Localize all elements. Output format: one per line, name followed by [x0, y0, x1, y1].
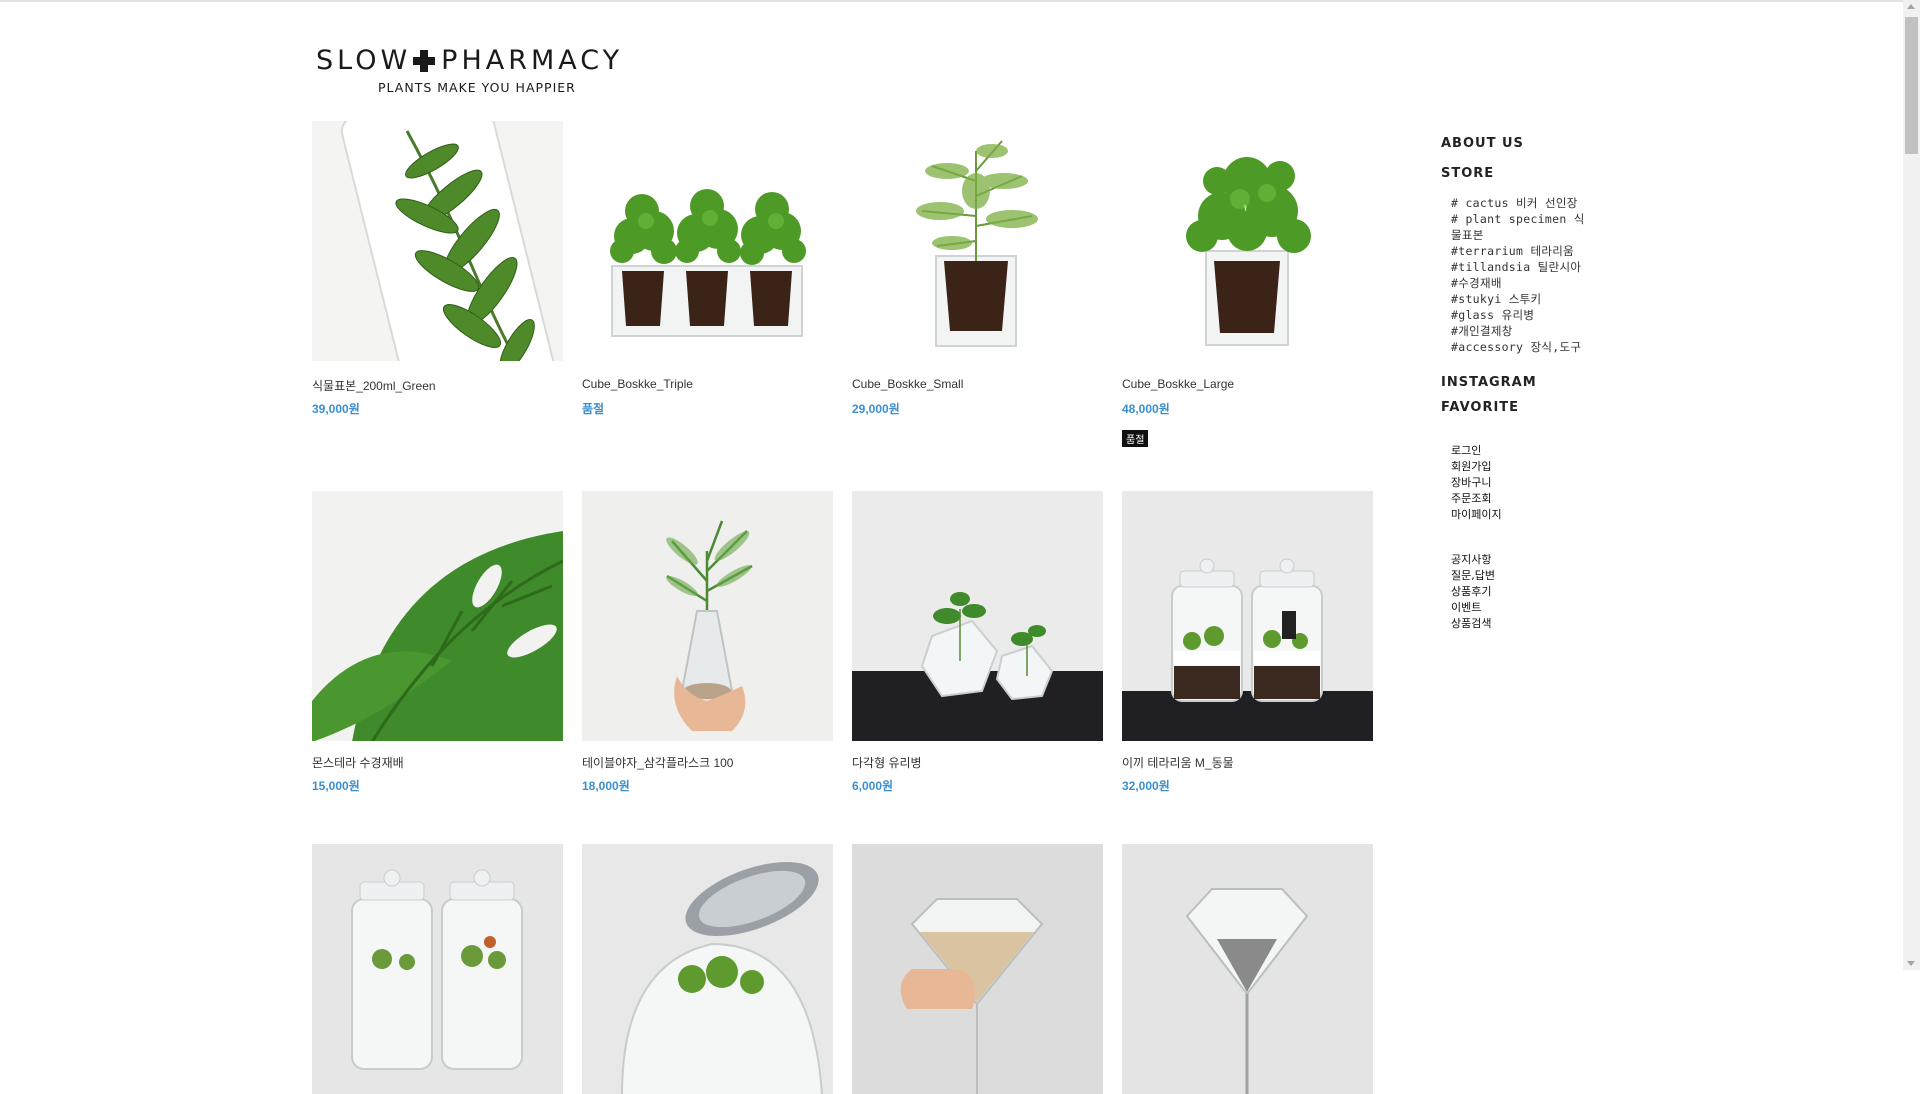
link-product-search[interactable]: 상품검색 — [1451, 616, 1601, 632]
page-scrollbar[interactable] — [1903, 0, 1920, 970]
product-card[interactable]: Cube_Boskke_Small 29,000원 — [852, 121, 1103, 478]
scrollbar-thumb[interactable] — [1905, 17, 1918, 154]
product-image-monstera[interactable] — [312, 491, 563, 741]
account-links: 로그인 회원가입 장바구니 주문조회 마이페이지 — [1451, 443, 1601, 523]
product-image-palm-flask[interactable] — [582, 491, 833, 741]
category-item-terrarium[interactable]: #terrarium 테라리움 — [1451, 243, 1601, 259]
product-card[interactable]: 식물표본_200ml_Green 39,000원 — [312, 121, 563, 478]
product-price: 29,000원 — [852, 402, 900, 416]
product-name[interactable]: 식물표본_200ml_Green — [312, 377, 563, 393]
category-item-glass[interactable]: #glass 유리병 — [1451, 307, 1601, 323]
product-image-asparagus-fern[interactable] — [852, 121, 1103, 361]
nav-instagram[interactable]: INSTAGRAM — [1441, 375, 1601, 391]
product-card[interactable] — [1122, 844, 1373, 1094]
product-name[interactable]: Cube_Boskke_Triple — [582, 377, 833, 391]
nav-favorite[interactable]: FAVORITE — [1441, 400, 1601, 416]
category-item-plant-specimen-cont[interactable]: 물표본 — [1451, 227, 1601, 243]
category-item-tillandsia[interactable]: #tillandsia 틸란시아 — [1451, 259, 1601, 275]
product-name[interactable]: 이끼 테라리움 M_동물 — [1122, 754, 1373, 770]
site-logo[interactable]: SLOW PHARMACY PLANTS MAKE YOU HAPPIER — [316, 46, 636, 96]
product-card[interactable]: Cube_Boskke_Triple 품절 — [582, 121, 833, 478]
product-price: 48,000원 — [1122, 402, 1170, 416]
product-card[interactable]: Cube_Boskke_Large 48,000원 품절 — [1122, 121, 1373, 478]
product-price: 39,000원 — [312, 402, 360, 416]
category-item-hydroponics[interactable]: #수경재배 — [1451, 275, 1601, 291]
product-card[interactable]: 몬스테라 수경재배 15,000원 — [312, 491, 563, 844]
product-grid: 식물표본_200ml_Green 39,000원 Cube_Boskke_Tri… — [312, 121, 1377, 1094]
product-image-basil-large[interactable] — [1122, 121, 1373, 361]
product-price: 18,000원 — [582, 779, 630, 793]
link-cart[interactable]: 장바구니 — [1451, 475, 1601, 491]
product-card[interactable] — [852, 844, 1103, 1094]
product-card[interactable]: 다각형 유리병 6,000원 — [852, 491, 1103, 844]
product-card[interactable]: 테이블야자_삼각플라스크 100 18,000원 — [582, 491, 833, 844]
product-row — [312, 844, 1377, 1094]
category-list: # cactus 비커 선인장 # plant specimen 식 물표본 #… — [1451, 195, 1601, 355]
product-name[interactable]: 다각형 유리병 — [852, 754, 1103, 770]
product-row: 몬스테라 수경재배 15,000원 테이블야자_삼각플라스크 100 18,00… — [312, 491, 1377, 844]
product-price: 32,000원 — [1122, 779, 1170, 793]
product-image-diamond-timer-hand[interactable] — [852, 844, 1103, 1094]
product-name[interactable]: Cube_Boskke_Small — [852, 377, 1103, 391]
category-item-plant-specimen[interactable]: # plant specimen 식 — [1451, 211, 1601, 227]
category-item-cactus[interactable]: # cactus 비커 선인장 — [1451, 195, 1601, 211]
link-notice[interactable]: 공지사항 — [1451, 552, 1601, 568]
product-card[interactable]: 이끼 테라리움 M_동물 32,000원 — [1122, 491, 1373, 844]
product-image-polygon-vases[interactable] — [852, 491, 1103, 741]
logo-tagline: PLANTS MAKE YOU HAPPIER — [378, 80, 576, 95]
product-price: 15,000원 — [312, 779, 360, 793]
nav-store[interactable]: STORE — [1441, 166, 1601, 182]
product-card[interactable] — [312, 844, 563, 1094]
link-mypage[interactable]: 마이페이지 — [1451, 507, 1601, 523]
product-image-leaf-specimen[interactable] — [312, 121, 563, 361]
link-signup[interactable]: 회원가입 — [1451, 459, 1601, 475]
logo-title: SLOW PHARMACY — [316, 46, 636, 76]
board-links: 공지사항 질문,답변 상품후기 이벤트 상품검색 — [1451, 552, 1601, 632]
sidebar-nav: ABOUT US STORE # cactus 비커 선인장 # plant s… — [1441, 136, 1601, 632]
product-image-terrarium-jars[interactable] — [312, 844, 563, 1094]
product-image-moss-jar[interactable] — [582, 844, 833, 1094]
product-price: 6,000원 — [852, 779, 894, 793]
pharmacy-cross-icon — [413, 50, 436, 72]
logo-word-pharmacy: PHARMACY — [441, 45, 624, 76]
link-events[interactable]: 이벤트 — [1451, 600, 1601, 616]
link-reviews[interactable]: 상품후기 — [1451, 584, 1601, 600]
product-row: 식물표본_200ml_Green 39,000원 Cube_Boskke_Tri… — [312, 121, 1377, 478]
scroll-down-arrow-icon[interactable] — [1907, 961, 1915, 966]
logo-word-slow: SLOW — [316, 45, 412, 76]
scroll-up-arrow-icon[interactable] — [1907, 4, 1915, 9]
nav-about-us[interactable]: ABOUT US — [1441, 136, 1601, 152]
product-name[interactable]: Cube_Boskke_Large — [1122, 377, 1373, 391]
product-image-basil-triple[interactable] — [582, 121, 833, 361]
link-login[interactable]: 로그인 — [1451, 443, 1601, 459]
product-card[interactable] — [582, 844, 833, 1094]
category-item-accessory[interactable]: #accessory 장식,도구 — [1451, 339, 1601, 355]
product-price-soldout: 품절 — [582, 402, 605, 416]
product-image-moss-terrarium[interactable] — [1122, 491, 1373, 741]
product-name[interactable]: 몬스테라 수경재배 — [312, 754, 563, 770]
category-item-stukyi[interactable]: #stukyi 스투키 — [1451, 291, 1601, 307]
category-item-personal-payment[interactable]: #개인결제창 — [1451, 323, 1601, 339]
product-name[interactable]: 테이블야자_삼각플라스크 100 — [582, 754, 833, 770]
product-image-diamond-timer[interactable] — [1122, 844, 1373, 1094]
link-qna[interactable]: 질문,답변 — [1451, 568, 1601, 584]
soldout-badge: 품절 — [1122, 430, 1149, 447]
top-border — [0, 0, 1920, 2]
link-order-lookup[interactable]: 주문조회 — [1451, 491, 1601, 507]
